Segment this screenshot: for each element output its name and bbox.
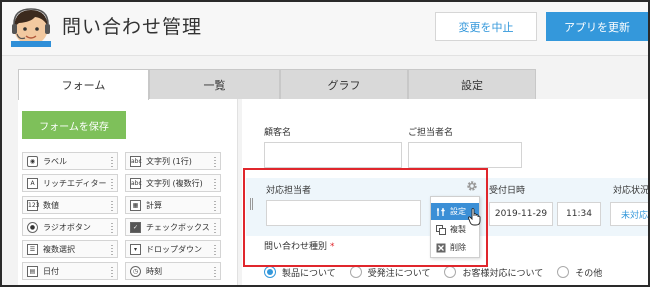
palette-item-text: 日付 (43, 266, 59, 276)
radio-unchecked-icon (444, 266, 457, 278)
palette-item-text: 複数選択 (43, 244, 75, 254)
palette-item-text: 計算 (146, 200, 162, 210)
palette-item-text: 文字列 (1行) (146, 156, 192, 166)
radio-label: 製品について (282, 268, 336, 279)
drag-handle-icon (213, 244, 217, 255)
radio-option-product[interactable]: 製品について (264, 266, 336, 279)
app-header: 問い合わせ管理 変更を中止 アプリを更新 (2, 2, 648, 56)
gear-icon[interactable] (466, 180, 478, 192)
radio-unchecked-icon (349, 266, 362, 278)
assignee-label: 対応担当者 (266, 186, 312, 196)
settings-icon (437, 207, 445, 216)
app-avatar-icon (11, 8, 51, 47)
radio-option-order[interactable]: 受発注について (349, 266, 431, 279)
cancel-changes-button[interactable]: 変更を中止 (435, 12, 537, 41)
multi-select-icon: ☰ (27, 243, 38, 255)
palette-item-calc[interactable]: ▦ 計算 (125, 196, 221, 214)
drag-handle-icon (110, 266, 114, 277)
radio-label: 受発注について (367, 268, 431, 279)
tab-settings[interactable]: 設定 (408, 69, 536, 99)
palette-item-text: 時刻 (146, 266, 162, 276)
palette-item-text-single[interactable]: abc 文字列 (1行) (125, 152, 221, 170)
status-dropdown[interactable]: 未対応 (610, 202, 648, 226)
palette-item-multi-select[interactable]: ☰ 複数選択 (22, 240, 118, 258)
palette-item-dropdown[interactable]: ▾ ドロップダウン (125, 240, 221, 258)
abc-icon: abc (130, 155, 142, 167)
abc-multiline-icon: abc (130, 177, 142, 189)
palette-item-text: ドロップダウン (146, 244, 202, 254)
update-app-button[interactable]: アプリを更新 (546, 12, 648, 41)
palette-item-checkbox[interactable]: ✓ チェックボックス (125, 218, 221, 236)
drag-handle-icon (110, 244, 114, 255)
menu-item-label: 削除 (450, 243, 466, 252)
status-label: 対応状況 (613, 186, 650, 196)
page-title: 問い合わせ管理 (62, 16, 203, 38)
contact-person-field[interactable] (408, 142, 522, 168)
delete-icon (436, 243, 446, 252)
drag-handle-icon (110, 200, 114, 211)
radio-checked-icon (264, 266, 276, 278)
radio-icon: ● (27, 221, 38, 233)
drag-handle-icon (213, 266, 217, 277)
contact-person-label: ご担当者名 (408, 128, 454, 138)
tab-graph[interactable]: グラフ (280, 69, 408, 99)
drag-handle-icon (213, 156, 217, 167)
palette-item-text: チェックボックス (146, 222, 210, 232)
inquiry-type-label: 問い合わせ種別 * (264, 239, 335, 252)
calendar-icon: ▤ (27, 265, 38, 277)
palette-item-text-multi[interactable]: abc 文字列 (複数行) (125, 174, 221, 192)
label-icon: ◉ (27, 155, 38, 167)
checkbox-icon: ✓ (130, 221, 141, 233)
assignee-field[interactable] (266, 200, 421, 226)
palette-item-radio[interactable]: ● ラジオボタン (22, 218, 118, 236)
radio-label: お客様対応について (462, 268, 544, 279)
dropdown-icon: ▾ (130, 243, 141, 255)
palette-item-text: 数値 (43, 200, 59, 210)
menu-item-delete[interactable]: 削除 (431, 239, 479, 256)
drag-handle-icon (110, 222, 114, 233)
field-context-menu: 設定 複製 削除 (430, 196, 480, 258)
inquiry-type-text: 問い合わせ種別 (264, 242, 328, 252)
drag-handle-icon[interactable] (250, 198, 253, 210)
radio-option-other[interactable]: その他 (557, 266, 602, 279)
radio-label: その他 (575, 268, 603, 279)
inquiry-type-radio-group: 製品について 受発注について お客様対応について その他 (264, 260, 616, 284)
number-icon: 123 (27, 199, 40, 211)
tab-form[interactable]: フォーム (18, 69, 149, 100)
radio-unchecked-icon (557, 266, 570, 278)
palette-item-text: 文字列 (複数行) (146, 178, 203, 188)
customer-name-field[interactable] (264, 142, 402, 168)
drag-handle-icon (110, 156, 114, 167)
palette-item-rich-editor[interactable]: A リッチエディター (22, 174, 118, 192)
save-form-button[interactable]: フォームを保存 (22, 111, 126, 139)
rich-editor-icon: A (27, 177, 38, 189)
menu-item-label: 設定 (450, 207, 466, 216)
duplicate-icon (436, 224, 446, 235)
palette-item-date[interactable]: ▤ 日付 (22, 262, 118, 280)
menu-item-label: 複製 (450, 225, 466, 234)
radio-option-customer-service[interactable]: お客様対応について (444, 266, 543, 279)
palette-item-number[interactable]: 123 数値 (22, 196, 118, 214)
drag-handle-icon (110, 178, 114, 189)
field-palette: フォームを保存 (18, 99, 238, 285)
received-time-field[interactable]: 11:34 (557, 202, 601, 226)
palette-item-label[interactable]: ◉ ラベル (22, 152, 118, 170)
tab-list[interactable]: 一覧 (149, 69, 280, 99)
drag-handle-icon (213, 200, 217, 211)
palette-item-text: ラベル (43, 156, 67, 166)
drag-handle-icon (213, 178, 217, 189)
app-window: 問い合わせ管理 変更を中止 アプリを更新 フォーム 一覧 グラフ 設定 フォーム… (0, 0, 650, 287)
required-mark: * (330, 242, 335, 252)
clock-icon: ◷ (130, 265, 141, 277)
received-datetime-label: 受付日時 (489, 186, 526, 196)
hand-cursor-icon (468, 208, 481, 226)
drag-handle-icon (213, 222, 217, 233)
customer-name-label: 顧客名 (264, 128, 292, 138)
received-date-field[interactable]: 2019-11-29 (489, 202, 553, 226)
palette-item-time[interactable]: ◷ 時刻 (125, 262, 221, 280)
palette-item-text: ラジオボタン (43, 222, 91, 232)
palette-item-text: リッチエディター (43, 178, 107, 188)
calculator-icon: ▦ (130, 199, 141, 211)
